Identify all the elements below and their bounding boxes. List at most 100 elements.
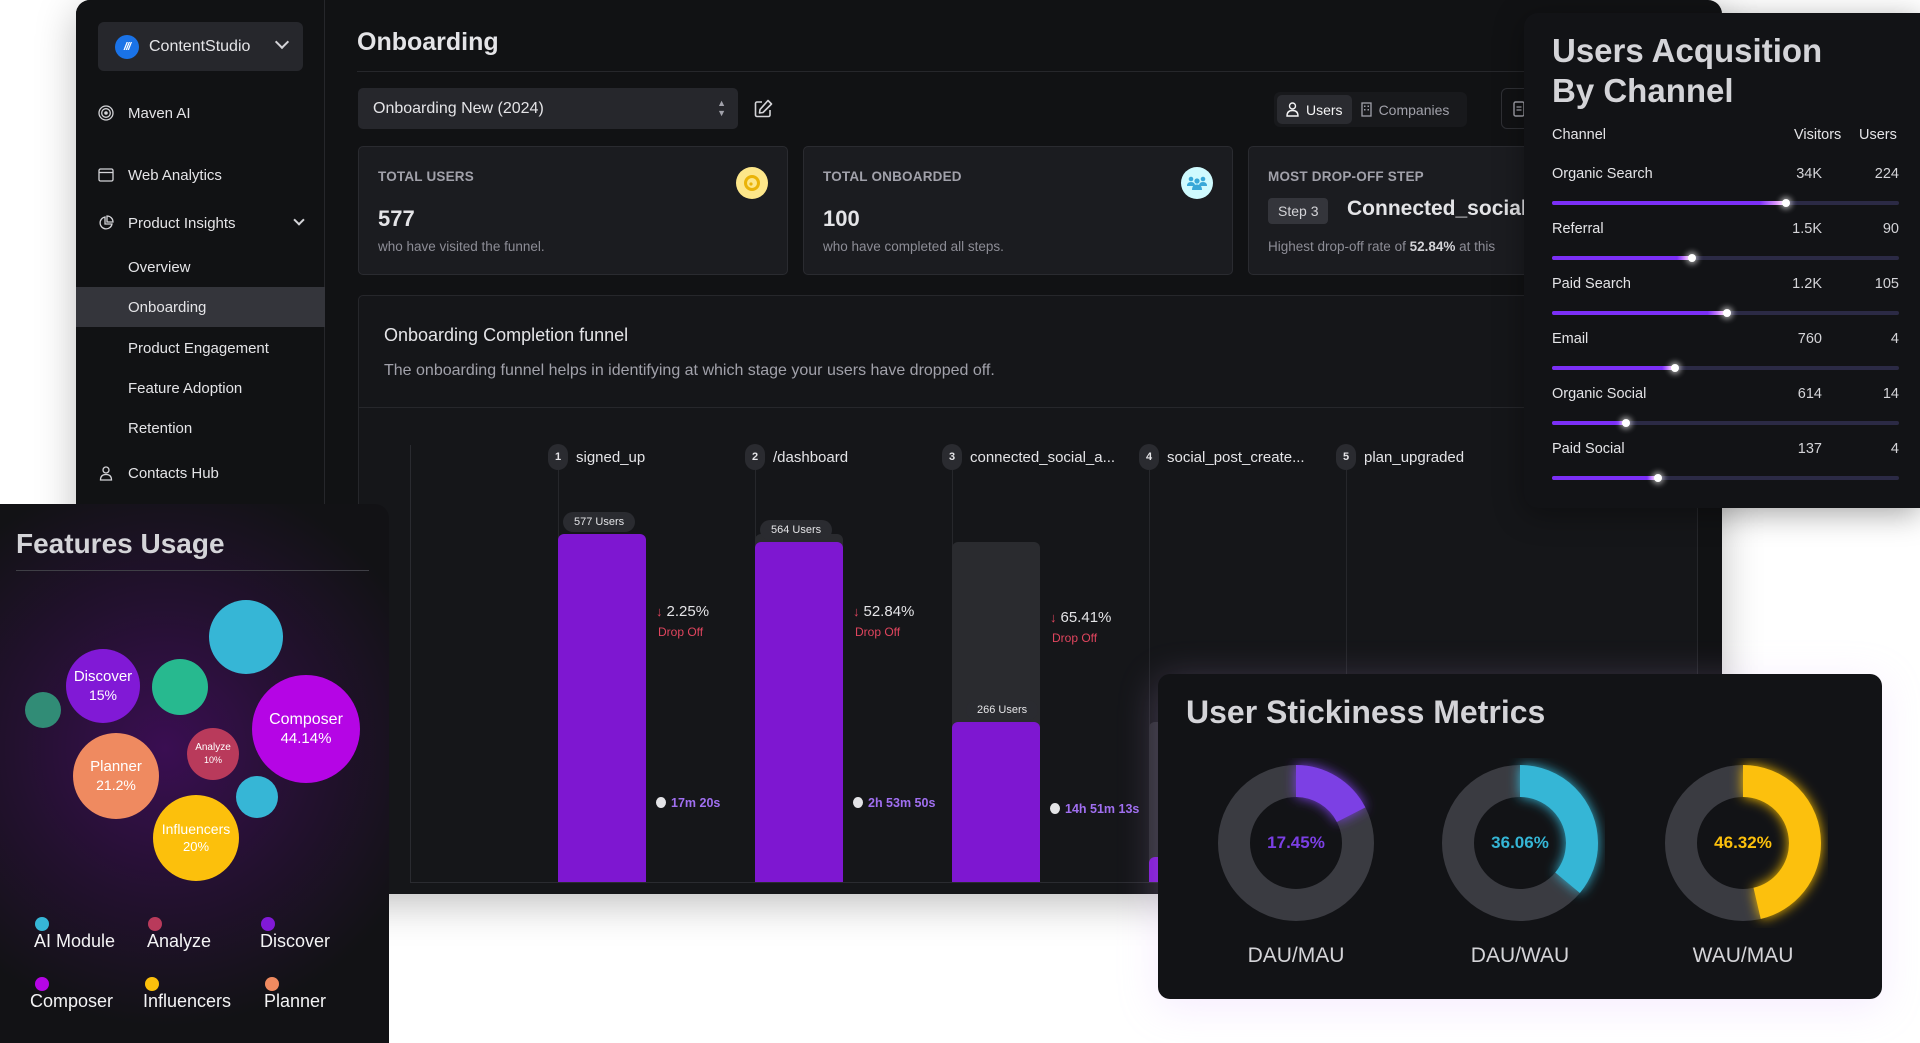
bubble-value: 15%: [88, 686, 118, 703]
drop-off-step-name: Connected_social: [1347, 197, 1527, 220]
time-to-convert: 2h 53m 50s: [853, 796, 935, 810]
sidebar-item-product-insights[interactable]: Product Insights: [76, 203, 325, 243]
toggle-users[interactable]: Users: [1277, 95, 1352, 124]
donut-dau-mau[interactable]: 17.45%: [1211, 758, 1381, 928]
step-label: /dashboard: [773, 448, 849, 466]
legend-label[interactable]: Discover: [260, 931, 330, 952]
sidebar-subitem-retention[interactable]: Retention: [76, 408, 325, 448]
bubble-discover[interactable]: Discover 15%: [66, 649, 140, 723]
bubble-teal[interactable]: [25, 692, 61, 728]
sidebar-subitem-feature-adoption[interactable]: Feature Adoption: [76, 368, 325, 408]
radar-icon: [98, 105, 114, 121]
legend-dot: [265, 977, 279, 991]
channel-progress-fill: [1552, 476, 1660, 480]
stat-subtext: who have visited the funnel.: [378, 239, 545, 254]
bubble-ai-module-2[interactable]: [236, 776, 278, 818]
donut-label: DAU/WAU: [1470, 944, 1570, 967]
stat-label: TOTAL ONBOARDED: [823, 169, 962, 184]
workspace-switcher[interactable]: /// ContentStudio: [98, 22, 303, 71]
workspace-name: ContentStudio: [149, 37, 251, 55]
sidebar-subitem-product-engagement[interactable]: Product Engagement: [76, 328, 325, 368]
bubble-ai-module[interactable]: [209, 600, 283, 674]
title-divider: [357, 71, 1722, 72]
funnel-select[interactable]: Onboarding New (2024) ▲ ▼: [358, 88, 738, 129]
sidebar-item-label: Contacts Hub: [128, 464, 219, 482]
legend-label[interactable]: Planner: [264, 991, 326, 1012]
stopwatch-icon: [1050, 803, 1060, 814]
channel-progress-track: [1552, 474, 1899, 482]
sidebar-item-contacts-hub[interactable]: Contacts Hub: [76, 453, 325, 493]
funnel-bar[interactable]: [952, 721, 1040, 882]
chevron-down-icon: [293, 214, 305, 226]
sidebar-item-maven-ai[interactable]: Maven AI: [76, 93, 325, 133]
funnel-bar[interactable]: [558, 534, 646, 882]
sidebar-item-web-analytics[interactable]: Web Analytics: [76, 155, 325, 195]
users-acquisition-card: Users Acqusition By Channel Channel Visi…: [1524, 13, 1920, 508]
channel-users: 4: [1890, 441, 1899, 457]
sidebar-item-label: Product Insights: [128, 214, 236, 232]
bar-users-tag: 564 Users: [760, 519, 833, 540]
bubble-composer[interactable]: Composer 44.14%: [252, 675, 360, 783]
drop-off-value: 52.84%: [863, 603, 915, 620]
stat-value: 577: [378, 206, 415, 231]
user-icon: [1286, 102, 1299, 117]
drop-off-percentage: ↓ 2.25%: [656, 603, 709, 620]
legend-label[interactable]: Analyze: [147, 931, 211, 952]
drop-off-value: 65.41%: [1060, 609, 1112, 626]
legend-dot: [35, 977, 49, 991]
channel-progress-track: [1552, 364, 1899, 372]
time-value: 17m 20s: [671, 796, 721, 810]
bubble-green[interactable]: [152, 659, 208, 715]
edit-funnel-button[interactable]: [752, 98, 774, 120]
channel-visitors: 614: [1797, 386, 1822, 402]
channel-progress-fill: [1552, 311, 1729, 315]
stat-label: MOST DROP-OFF STEP: [1268, 169, 1424, 184]
channel-progress-track: [1552, 419, 1899, 427]
sidebar-subitem-label: Product Engagement: [128, 339, 269, 357]
user-stickiness-panel: User Stickiness Metrics 17.45% DAU/MAU 36.…: [1158, 674, 1882, 999]
legend-dot: [148, 917, 162, 931]
sidebar-subitem-overview[interactable]: Overview: [76, 247, 325, 287]
funnel-step-header[interactable]: 1 signed_up: [548, 444, 645, 470]
sidebar-subitem-onboarding[interactable]: Onboarding: [76, 287, 325, 327]
channel-users: 224: [1874, 166, 1899, 182]
sidebar-item-label: Maven AI: [128, 104, 191, 122]
step-number-badge: 4: [1139, 444, 1159, 470]
channel-users: 90: [1882, 221, 1899, 237]
channel-name: Organic Search: [1552, 166, 1653, 182]
users-group-icon: [1181, 167, 1213, 199]
step-number-badge: 5: [1336, 444, 1356, 470]
bubble-name: Analyze: [195, 742, 231, 754]
toggle-companies[interactable]: Companies: [1352, 95, 1459, 124]
funnel-bar[interactable]: [755, 541, 843, 882]
donut-center-value: 46.32%: [1714, 833, 1772, 852]
bubble-influencers[interactable]: Influencers 20%: [153, 795, 239, 881]
channel-users: 105: [1874, 276, 1899, 292]
acquisition-title-text: Users Acqusition By Channel: [1552, 32, 1823, 109]
select-arrows-icon: ▲ ▼: [717, 98, 726, 118]
drop-off-label: Drop Off: [855, 625, 901, 639]
bubble-planner[interactable]: Planner 21.2%: [73, 733, 159, 819]
column-header-channel: Channel: [1552, 127, 1607, 143]
bubble-value: 10%: [203, 754, 222, 765]
channel-visitors: 137: [1797, 441, 1822, 457]
legend-label[interactable]: AI Module: [34, 931, 115, 952]
funnel-step-header[interactable]: 3 connected_social_a...: [942, 444, 1115, 470]
bubble-name: Influencers: [161, 821, 231, 838]
donut-wau-mau[interactable]: 46.32%: [1658, 758, 1828, 928]
donut-dau-wau[interactable]: 36.06%: [1435, 758, 1605, 928]
bubble-analyze[interactable]: Analyze 10%: [187, 728, 239, 780]
bubble-name: Planner: [90, 757, 142, 775]
funnel-step-header[interactable]: 2/dashboard: [745, 444, 848, 470]
drop-off-subtext: Highest drop-off rate of 52.84% at this: [1268, 239, 1495, 254]
step-label: social_post_create...: [1167, 448, 1305, 466]
step-badge: Step 3: [1268, 198, 1329, 224]
funnel-step-header[interactable]: 5 plan_upgraded: [1336, 444, 1464, 470]
column-header-users: Users: [1859, 127, 1897, 143]
legend-label[interactable]: Composer: [30, 991, 113, 1012]
edit-icon: [754, 99, 773, 118]
funnel-step-header[interactable]: 4 social_post_create...: [1139, 444, 1305, 470]
legend-label[interactable]: Influencers: [143, 991, 231, 1012]
bar-users-tag: 577 Users: [563, 512, 636, 532]
features-usage-panel: Features Usage Discover 15% Composer 44.14%…: [0, 504, 389, 1043]
